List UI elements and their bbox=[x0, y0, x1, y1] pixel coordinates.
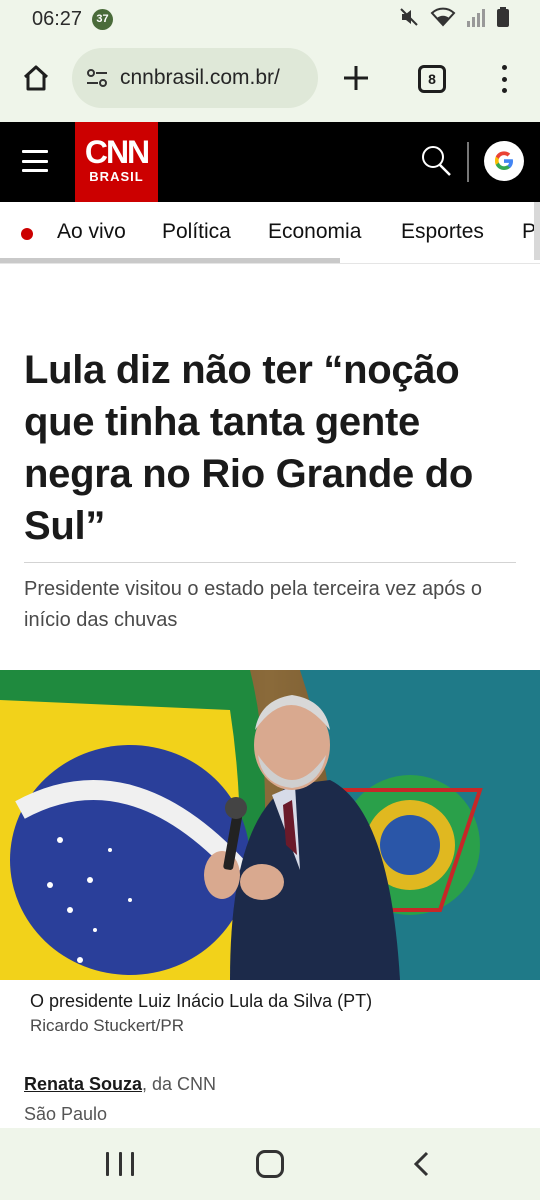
status-icons bbox=[398, 6, 510, 33]
nav-item-esportes[interactable]: Esportes bbox=[401, 220, 484, 244]
back-chevron-icon bbox=[413, 1151, 429, 1177]
image-credit: Ricardo Stuckert/PR bbox=[30, 1016, 184, 1035]
wifi-icon bbox=[430, 6, 456, 33]
site-settings-icon[interactable] bbox=[84, 65, 110, 91]
status-time: 06:27 bbox=[32, 8, 83, 30]
search-icon bbox=[422, 146, 451, 176]
new-tab-button[interactable] bbox=[338, 60, 374, 96]
author-link[interactable]: Renata Souza bbox=[24, 1074, 142, 1094]
image-caption: O presidente Luiz Inácio Lula da Silva (… bbox=[30, 991, 373, 1011]
recents-button[interactable] bbox=[106, 1152, 134, 1178]
cnn-brasil-logo[interactable]: CNN BRASIL bbox=[75, 122, 158, 202]
live-dot-icon bbox=[21, 228, 33, 240]
headline-divider bbox=[24, 562, 516, 563]
byline: Renata Souza, da CNN bbox=[24, 1074, 216, 1095]
article-headline: Lula diz não ter “noção que tinha tanta … bbox=[24, 348, 473, 548]
dot-icon bbox=[501, 76, 507, 82]
search-button[interactable] bbox=[420, 144, 452, 178]
section-nav: Ao vivo Política Economia Esportes Po bbox=[0, 202, 540, 264]
page-scrollbar[interactable] bbox=[534, 202, 540, 260]
more-menu-button[interactable] bbox=[490, 62, 518, 96]
url-text: cnnbrasil.com.br/ bbox=[120, 66, 280, 89]
hero-photo bbox=[0, 670, 540, 980]
nav-item-economia[interactable]: Economia bbox=[268, 220, 361, 244]
signal-icon bbox=[466, 6, 486, 33]
tab-switcher-button[interactable]: 8 bbox=[418, 65, 446, 93]
logo-brasil-text: BRASIL bbox=[89, 169, 144, 184]
notification-badge: 37 bbox=[92, 9, 113, 30]
header-divider bbox=[467, 142, 469, 182]
mute-icon bbox=[398, 6, 420, 33]
home-icon bbox=[23, 65, 49, 91]
nav-item-politica[interactable]: Política bbox=[162, 220, 231, 244]
dot-icon bbox=[501, 65, 507, 70]
home-button[interactable] bbox=[18, 60, 54, 96]
menu-icon[interactable] bbox=[22, 150, 48, 172]
status-bar: 06:27 37 bbox=[0, 0, 540, 38]
google-icon bbox=[495, 151, 513, 170]
system-home-button[interactable] bbox=[256, 1150, 284, 1178]
google-signin-button[interactable] bbox=[484, 141, 524, 181]
nav-scrollbar[interactable] bbox=[0, 258, 340, 263]
plus-icon bbox=[344, 66, 368, 90]
address-bar[interactable]: cnnbrasil.com.br/ bbox=[72, 48, 318, 108]
byline-suffix: , da CNN bbox=[142, 1074, 217, 1094]
article-location: São Paulo bbox=[24, 1104, 108, 1124]
browser-toolbar: cnnbrasil.com.br/ 8 bbox=[0, 38, 540, 122]
system-nav-bar bbox=[0, 1128, 540, 1200]
logo-cnn-text: CNN bbox=[84, 134, 150, 170]
article-subhead: Presidente visitou o estado pela terceir… bbox=[24, 578, 483, 631]
dot-icon bbox=[501, 88, 507, 93]
site-header: CNN BRASIL bbox=[0, 122, 540, 202]
back-button[interactable] bbox=[410, 1150, 434, 1178]
battery-icon bbox=[496, 6, 510, 33]
nav-item-ao-vivo[interactable]: Ao vivo bbox=[57, 220, 126, 244]
article-hero-image[interactable] bbox=[0, 670, 540, 980]
